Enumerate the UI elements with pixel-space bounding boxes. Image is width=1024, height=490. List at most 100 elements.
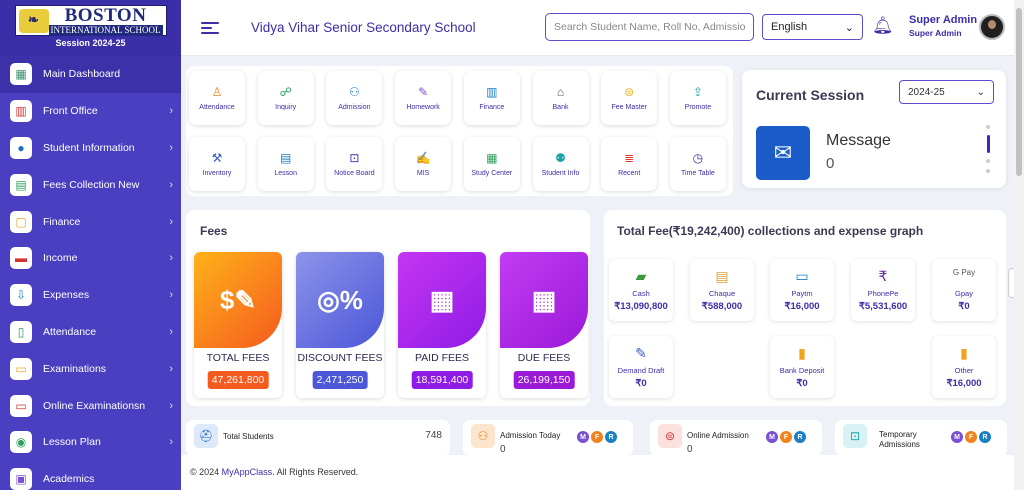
- quick-link-label: Study Center: [471, 170, 513, 177]
- fee-icon: ◎%: [317, 284, 363, 315]
- document-icon: ▢: [10, 210, 32, 233]
- books-icon: ▥: [10, 100, 32, 123]
- payment-label: Chaque: [708, 289, 736, 298]
- person-icon: ●: [10, 136, 32, 159]
- sidebar-item-attendance[interactable]: ▯ Attendance ›: [0, 314, 181, 351]
- sidebar-item-label: Fees Collection New: [43, 178, 140, 191]
- sidebar-item-fees-collection-new[interactable]: ▤ Fees Collection New ›: [0, 166, 181, 203]
- payment-bank-deposit[interactable]: ▮ Bank Deposit ₹0: [770, 336, 834, 398]
- admission-icon: ⚇: [349, 85, 360, 99]
- quick-link-homework[interactable]: ✎ Homework: [395, 71, 452, 125]
- bell-icon[interactable]: 🔔︎: [872, 16, 894, 36]
- sidebar-item-label: Lesson Plan: [43, 436, 101, 449]
- avatar[interactable]: [979, 14, 1005, 40]
- fee-icon: $✎: [219, 284, 257, 315]
- payment-gpay[interactable]: G Pay Gpay ₹0: [932, 259, 996, 321]
- quick-link-inquiry[interactable]: ☍ Inquiry: [257, 71, 314, 125]
- recent-icon: ≣: [624, 151, 635, 165]
- sidebar-item-academics[interactable]: ▣ Academics: [0, 461, 181, 490]
- quick-link-fee-master[interactable]: ⊜ Fee Master: [601, 71, 658, 125]
- quick-link-recent[interactable]: ≣ Recent: [601, 137, 658, 191]
- language-value: English: [771, 21, 808, 33]
- sidebar-item-main-dashboard[interactable]: ▦ Main Dashboard: [0, 56, 181, 93]
- chip-f: F: [780, 431, 792, 443]
- chevron-right-icon: ›: [169, 362, 173, 375]
- page-scrollbar[interactable]: [1014, 0, 1024, 490]
- quick-link-promote[interactable]: ⇪ Promote: [669, 71, 726, 125]
- message-icon[interactable]: ✉: [756, 126, 810, 180]
- sidebar-item-label: Expenses: [43, 289, 90, 302]
- fee-card-due-fees[interactable]: ▦ DUE FEES 26,199,150: [500, 252, 588, 398]
- quick-link-inventory[interactable]: ⚒ Inventory: [189, 137, 245, 191]
- chip-m: M: [951, 431, 963, 443]
- stat-card-total-students[interactable]: ⛑ Total Students 748: [186, 420, 450, 456]
- session-select[interactable]: 2024-25 ⌄: [899, 80, 994, 104]
- payment-demand-draft[interactable]: ✎ Demand Draft ₹0: [609, 336, 673, 398]
- payment-value: ₹16,000: [946, 378, 982, 389]
- sidebar-item-front-office[interactable]: ▥ Front Office ›: [0, 93, 181, 130]
- payment-cash[interactable]: ▰ Cash ₹13,090,800: [609, 259, 673, 321]
- chip-m: M: [766, 431, 778, 443]
- payment-label: Cash: [632, 289, 650, 298]
- session-label: Session 2024-25: [55, 38, 126, 48]
- quick-link-study-center[interactable]: ▦ Study Center: [463, 137, 520, 191]
- quick-link-finance[interactable]: ▥ Finance: [463, 71, 520, 125]
- quick-link-attendance[interactable]: ♙ Attendance: [189, 71, 245, 125]
- sidebar-nav: ▦ Main Dashboard ▥ Front Office › ● Student In…: [0, 56, 181, 490]
- sidebar-item-lesson-plan[interactable]: ◉ Lesson Plan ›: [0, 424, 181, 461]
- bank-icon: ⌂: [556, 85, 565, 99]
- sidebar-item-expenses[interactable]: ⇩ Expenses ›: [0, 277, 181, 314]
- user-info[interactable]: Super Admin Super Admin: [909, 14, 977, 38]
- quick-link-label: Bank: [552, 104, 569, 111]
- academics-icon: ▣: [10, 468, 32, 490]
- inquiry-icon: ☍: [279, 85, 292, 99]
- quick-link-admission[interactable]: ⚇ Admission: [326, 71, 383, 125]
- sidebar-item-income[interactable]: ▬ Income ›: [0, 240, 181, 277]
- quick-link-student-info[interactable]: ⚉ Student Info: [532, 137, 589, 191]
- collections-panel: Total Fee(₹19,242,400) collections and e…: [604, 210, 1006, 406]
- session-select-value: 2024-25: [908, 86, 945, 98]
- scrollbar-thumb[interactable]: [1016, 8, 1022, 176]
- hamburger-menu-icon[interactable]: [201, 19, 219, 37]
- language-select[interactable]: English ⌄: [762, 14, 863, 40]
- bank-deposit-icon: ▮: [798, 345, 806, 361]
- monitor-icon: ▭: [10, 394, 32, 417]
- stat-card-admission-today[interactable]: ⚇ Admission Today 0 M F R: [463, 420, 633, 456]
- quick-link-mis[interactable]: ✍ MIS: [395, 137, 452, 191]
- sidebar-item-label: Finance: [43, 215, 81, 228]
- fee-master-icon: ⊜: [624, 85, 635, 99]
- dashboard-icon: ▦: [10, 63, 32, 86]
- school-logo[interactable]: ❧ BOSTON INTERNATIONAL SCHOOL Session 20…: [0, 0, 181, 56]
- promote-icon: ⇪: [692, 85, 703, 99]
- quick-link-bank[interactable]: ⌂ Bank: [532, 71, 589, 125]
- quick-link-notice-board[interactable]: ⊡ Notice Board: [326, 137, 383, 191]
- stat-card-temporary-admissions[interactable]: ⊡ Temporary Admissions M F R: [835, 420, 1007, 456]
- cash-icon: ▰: [635, 268, 647, 284]
- attendance-icon: ♙: [211, 85, 223, 99]
- stat-card-online-admission[interactable]: ⊜ Online Admission 0 M F R: [650, 420, 822, 456]
- payment-phonepe[interactable]: ₹ PhonePe ₹5,531,600: [851, 259, 915, 321]
- fee-card-discount-fees[interactable]: ◎% DISCOUNT FEES 2,471,250: [296, 252, 384, 398]
- time-table-icon: ◷: [692, 151, 704, 165]
- school-name: Vidya Vihar Senior Secondary School: [251, 20, 476, 35]
- sidebar-item-online-examinationsn[interactable]: ▭ Online Examinationsn ›: [0, 387, 181, 424]
- fee-card-paid-fees[interactable]: ▦ PAID FEES 18,591,400: [398, 252, 486, 398]
- user-role: Super Admin: [909, 27, 962, 38]
- sidebar-item-student-information[interactable]: ● Student Information ›: [0, 130, 181, 167]
- sidebar-item-finance[interactable]: ▢ Finance ›: [0, 203, 181, 240]
- sidebar-item-examinations[interactable]: ▭ Examinations ›: [0, 350, 181, 387]
- payment-value: ₹0: [635, 378, 647, 389]
- quick-link-lesson[interactable]: ▤ Lesson: [257, 137, 314, 191]
- fee-card-total-fees[interactable]: $✎ TOTAL FEES 47,261,800: [194, 252, 282, 398]
- carousel-indicator[interactable]: [985, 125, 991, 180]
- payment-chaque[interactable]: ▤ Chaque ₹588,000: [690, 259, 754, 321]
- search-input[interactable]: [545, 13, 754, 41]
- payment-paytm[interactable]: ▭ Paytm ₹16,000: [770, 259, 834, 321]
- fee-card-value: 26,199,150: [513, 371, 575, 389]
- payment-other[interactable]: ▮ Other ₹16,000: [932, 336, 996, 398]
- temporary-admission-icon: ⊡: [843, 424, 867, 448]
- message-title: Message: [826, 132, 891, 149]
- footer-link[interactable]: MyAppClass: [222, 467, 273, 477]
- payment-label: Paytm: [791, 289, 813, 298]
- quick-link-time-table[interactable]: ◷ Time Table: [669, 137, 726, 191]
